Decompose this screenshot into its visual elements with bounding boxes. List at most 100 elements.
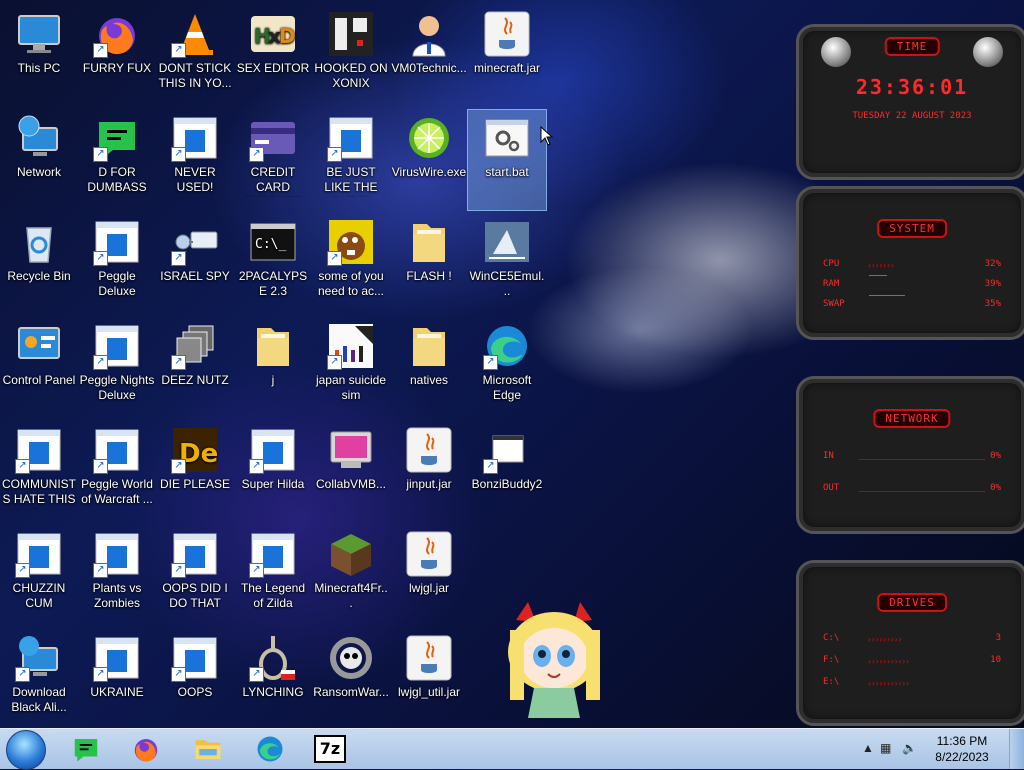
wince-emulator-icon [483, 218, 531, 266]
show-desktop-button[interactable] [1009, 729, 1024, 769]
desktop-icon-peggle-nights[interactable]: ↗ Peggle Nights Deluxe [78, 318, 156, 418]
desktop-icon-microsoft-edge[interactable]: ↗ Microsoft Edge [468, 318, 546, 418]
desktop-icon-communists[interactable]: ↗ COMMUNISTS HATE THIS G... [0, 422, 78, 522]
desktop-icon-ransomware[interactable]: RansomWar... [312, 630, 390, 730]
taskbar-7zip[interactable]: 7z [302, 731, 358, 767]
hex-editor-icon: HxD [249, 10, 297, 58]
java-icon [405, 426, 453, 474]
icon-label: Recycle Bin [7, 269, 71, 283]
desktop-icon-this-pc[interactable]: This PC [0, 6, 78, 106]
desktop-icon-jinput[interactable]: jinput.jar [390, 422, 468, 522]
desktop-icon-viruswire[interactable]: VirusWire.exe [390, 110, 468, 210]
shortcut-arrow-icon: ↗ [249, 563, 264, 578]
app-window-icon: ↗ [171, 530, 219, 578]
taskbar-green-chat[interactable] [58, 731, 114, 767]
desktop-icon-chuzzin[interactable]: ↗ CHUZZIN CUM [0, 526, 78, 626]
desktop-icon-oops-did-i[interactable]: ↗ OOPS DID I DO THAT [156, 526, 234, 626]
taskbar-edge[interactable] [242, 731, 298, 767]
desktop-icon-network[interactable]: Network [0, 110, 78, 210]
desktop-icon-minecraft-jar[interactable]: minecraft.jar [468, 6, 546, 106]
desktop-icon-furry-fux[interactable]: ↗ FURRY FUX [78, 6, 156, 106]
icon-label: This PC [17, 61, 61, 75]
desktop-icon-be-just-like[interactable]: ↗ BE JUST LIKE THE DUDE! [312, 110, 390, 210]
network-gadget[interactable]: NETWORK IN 0% OUT 0% [796, 376, 1024, 534]
desktop-icon-natives[interactable]: natives [390, 318, 468, 418]
icon-label: Peggle World of Warcraft ... [81, 477, 153, 506]
usage-bar: ››››››› [867, 261, 895, 270]
start-button[interactable] [6, 730, 46, 770]
desktop-icon-plants-vs-zombies[interactable]: ↗ Plants vs Zombies [78, 526, 156, 626]
taskbar-clock[interactable]: 11:36 PM 8/22/2023 [926, 733, 998, 765]
desktop-icon-sex-editor[interactable]: HxD SEX EDITOR [234, 6, 312, 106]
desktop-icon-minecraft4free[interactable]: Minecraft4Fr... [312, 526, 390, 626]
icon-label: OOPS DID I DO THAT [162, 581, 228, 610]
shortcut-arrow-icon: ↗ [171, 251, 186, 266]
desktop-icon-lwjgl[interactable]: lwjgl.jar [390, 526, 468, 626]
network-status-icon[interactable]: ▦ [880, 741, 891, 755]
row-value: 39% [984, 279, 1001, 289]
row-key: C:\ [823, 633, 840, 643]
desktop-icon-credit-card[interactable]: ↗ CREDIT CARD CHECKER [234, 110, 312, 210]
desktop-icon-download-black[interactable]: ↗ Download Black Ali... [0, 630, 78, 730]
shortcut-arrow-icon: ↗ [93, 251, 108, 266]
icon-label: CREDIT CARD CHECKER [244, 165, 303, 197]
desktop-icon-lwjgl-util[interactable]: lwjgl_util.jar [390, 630, 468, 730]
network-icon: ↗ [15, 634, 63, 682]
desktop-icon-some-of-you[interactable]: ↗ some of you need to ac... [312, 214, 390, 314]
folder-icon [405, 322, 453, 370]
desktop-icon-deez-nutz[interactable]: ↗ DEEZ NUTZ [156, 318, 234, 418]
taskbar-firefox[interactable] [118, 731, 174, 767]
volume-icon[interactable]: 🔈 [902, 741, 917, 755]
control-panel-icon [15, 322, 63, 370]
desktop-icon-d-for-dumbass[interactable]: ↗ D FOR DUMBASS [78, 110, 156, 210]
system-gadget[interactable]: SYSTEM CPU ››››››› 32% RAM 39% SWAP 35% [796, 186, 1024, 340]
desktop-icon-collabvm[interactable]: CollabVMB... [312, 422, 390, 522]
desktop-icon-hooked-on-xonix[interactable]: HOOKED ON XONIX [312, 6, 390, 106]
icon-label: HOOKED ON XONIX [314, 61, 388, 90]
desktop-icon-recycle-bin[interactable]: Recycle Bin [0, 214, 78, 314]
app-window-icon: ↗ [171, 114, 219, 162]
computer-icon [15, 10, 63, 58]
desktop-icon-super-hilda[interactable]: ↗ Super Hilda [234, 422, 312, 522]
desktop-icon-ukraine[interactable]: ↗ UKRAINE [78, 630, 156, 730]
taskbar-file-explorer[interactable] [180, 731, 236, 767]
desktop-icon-lynching[interactable]: ↗ LYNCHING [234, 630, 312, 730]
ram-row: RAM 39% [823, 279, 1001, 293]
desktop-icon-legend-of-zilda[interactable]: ↗ The Legend of Zilda [234, 526, 312, 626]
icon-label: some of you need to ac... [317, 269, 385, 298]
desktop-icon-2pacalypse[interactable]: C:\_ 2PACALYPSE 2.3 [234, 214, 312, 314]
time-gadget[interactable]: TIME 23:36:01 TUESDAY 22 AUGUST 2023 [796, 24, 1024, 180]
shortcut-arrow-icon: ↗ [93, 667, 108, 682]
de-app-icon: De ↗ [171, 426, 219, 474]
desktop-icon-bonzibuddy2[interactable]: ↗ BonziBuddy2 [468, 422, 546, 522]
desktop-icon-control-panel[interactable]: Control Panel [0, 318, 78, 418]
desktop-icon-oops[interactable]: ↗ OOPS [156, 630, 234, 730]
app-window-icon: ↗ [15, 530, 63, 578]
app-window-icon: ↗ [171, 634, 219, 682]
desktop-icon-never-used[interactable]: ↗ NEVER USED! [156, 110, 234, 210]
desktop-icon-peggle-wow[interactable]: ↗ Peggle World of Warcraft ... [78, 422, 156, 522]
icon-label: 2PACALYPSE 2.3 [238, 269, 308, 298]
row-value: 0% [990, 483, 1001, 493]
desktop-icon-flash[interactable]: FLASH ! [390, 214, 468, 314]
in-row: IN 0% [823, 451, 1001, 465]
desktop-icon-vm0technic[interactable]: VM0Technic... [390, 6, 468, 106]
desktop-icon-peggle-deluxe[interactable]: ↗ Peggle Deluxe [78, 214, 156, 314]
desktop-icon-wince5emul[interactable]: WinCE5Emul... [468, 214, 546, 314]
shortcut-arrow-icon: ↗ [171, 667, 186, 682]
desktop-icon-dont-stick[interactable]: ↗ DONT STICK THIS IN YO... [156, 6, 234, 106]
network-icon [15, 114, 63, 162]
desktop-icon-japan-suicide-sim[interactable]: ↗ japan suicide sim [312, 318, 390, 418]
row-key: CPU [823, 259, 840, 269]
drives-gadget[interactable]: DRIVES C:\ ››››››››› 3 F:\ ››››››››››› 1… [796, 560, 1024, 726]
shortcut-arrow-icon: ↗ [327, 355, 342, 370]
shortcut-arrow-icon: ↗ [327, 251, 342, 266]
show-hidden-icons-chevron-icon[interactable]: ▲ [862, 741, 874, 755]
batch-file-icon [483, 114, 531, 162]
desktop-icon-start-bat[interactable]: start.bat [467, 109, 547, 211]
icon-label: Peggle Deluxe [98, 269, 136, 298]
desktop-icon-israel-spy[interactable]: ↗ ISRAEL SPY [156, 214, 234, 314]
desktop-icon-j[interactable]: j [234, 318, 312, 418]
icon-label: Network [16, 165, 61, 179]
desktop-icon-die-please[interactable]: De ↗ DIE PLEASE [156, 422, 234, 522]
